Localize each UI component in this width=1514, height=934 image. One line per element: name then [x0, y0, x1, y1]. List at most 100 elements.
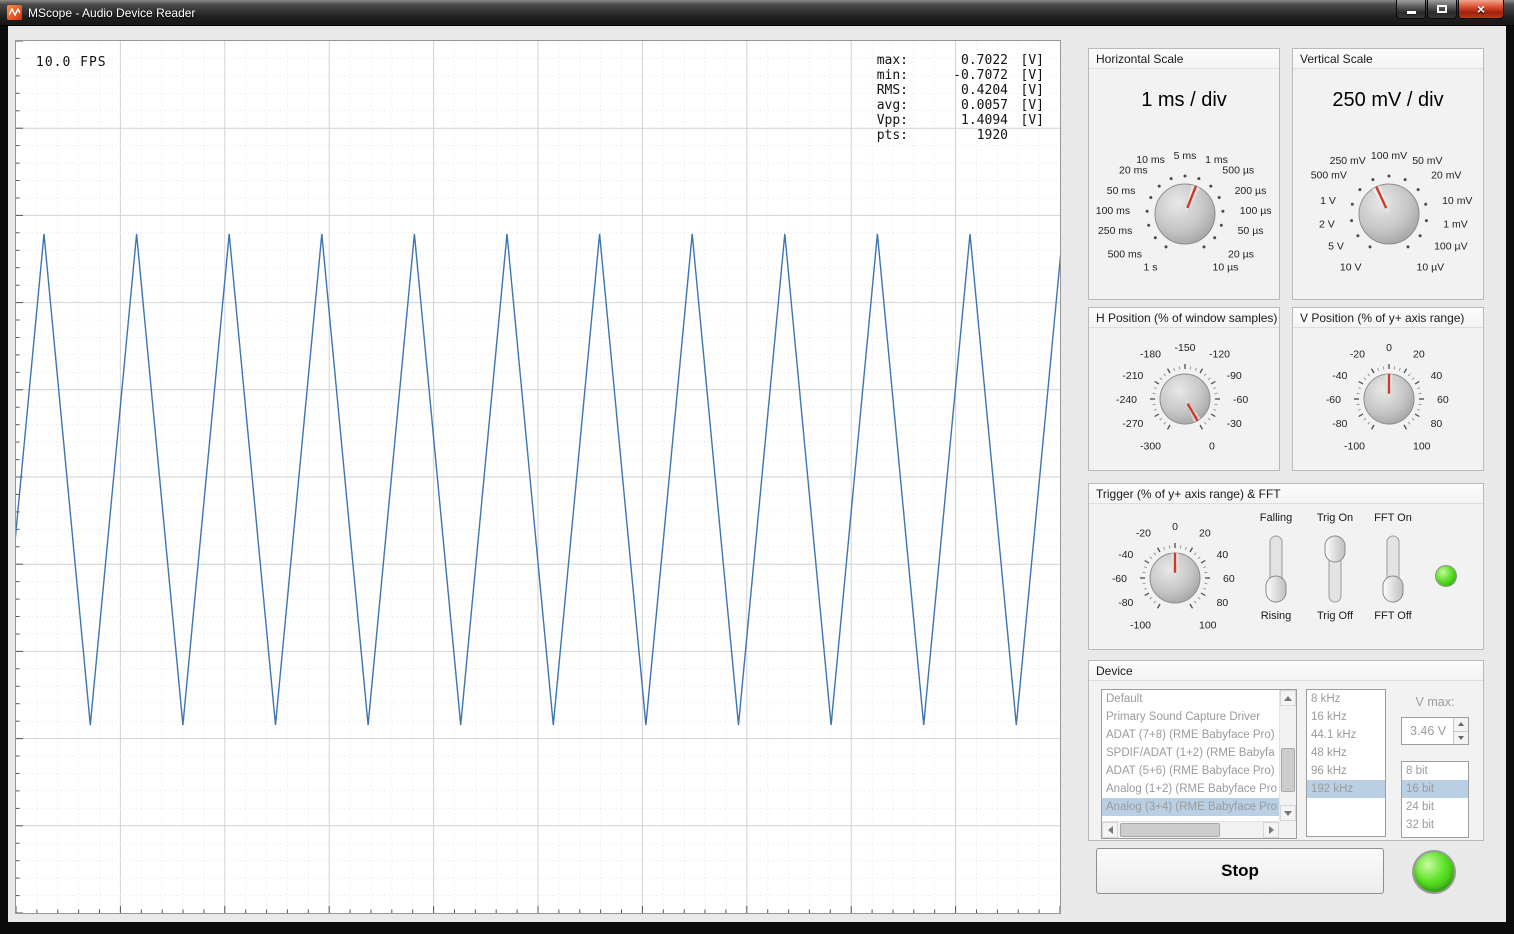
scroll-down-button[interactable] [1280, 805, 1296, 821]
knob-tick-label: 2 V [1319, 219, 1335, 231]
device-item[interactable]: Analog (3+4) (RME Babyface Pro [1102, 798, 1279, 816]
knob-tick-label: 500 mV [1311, 170, 1347, 182]
device-item[interactable]: Default [1102, 690, 1279, 708]
knob-tick-label: 20 mV [1431, 170, 1461, 182]
knob-svg: 10 V 5 V 2 V 1 V 500 mV 250 mV 100 mV 50 mV 20 m… [1311, 150, 1473, 274]
samplerate-listbox[interactable]: 8 kHz 16 kHz 44.1 kHz 48 kHz 96 kHz 192 kHz [1306, 689, 1386, 837]
switch-top-label: FFT On [1374, 512, 1412, 524]
panel-device: Device Default Primary Sound Capture Driv… [1088, 660, 1484, 841]
knob-tick-label: -270 [1122, 418, 1143, 430]
vmax-decrement-button[interactable] [1454, 731, 1468, 744]
scrollbar-corner [1279, 821, 1296, 838]
spin-up-icon [1458, 722, 1464, 727]
scroll-down-icon [1284, 810, 1292, 816]
device-item[interactable]: SPDIF/ADAT (1+2) (RME Babyfa [1102, 744, 1279, 762]
window-title: MScope - Audio Device Reader [28, 5, 196, 20]
vmax-value: 3.46 V [1410, 724, 1447, 738]
device-item[interactable]: Primary Sound Capture Driver [1102, 708, 1279, 726]
samplerate-item[interactable]: 48 kHz [1307, 744, 1385, 762]
stat-unit: [V] [1020, 113, 1044, 128]
panel-title: H Position (% of window samples) [1089, 308, 1279, 328]
close-button[interactable]: × [1458, 0, 1504, 19]
scroll-left-icon [1107, 826, 1113, 834]
knob-tick-label: -20 [1350, 348, 1365, 360]
device-list-hscrollbar[interactable] [1102, 821, 1279, 838]
knob-tick-label: 60 [1437, 394, 1449, 406]
knob-tick-label: 500 ms [1108, 248, 1142, 260]
bitdepth-listbox[interactable]: 8 bit 16 bit 24 bit 32 bit [1401, 761, 1469, 838]
knob-tick-label: 60 [1223, 573, 1235, 585]
rocker-switch-icon [1382, 535, 1404, 603]
device-item[interactable]: ADAT (7+8) (RME Babyface Pro) [1102, 726, 1279, 744]
rocker-switch-icon [1324, 535, 1346, 603]
scroll-up-button[interactable] [1280, 690, 1296, 706]
knob-tick-label: -100 [1130, 620, 1151, 632]
knob-tick-label: 1 mV [1443, 219, 1468, 231]
samplerate-item[interactable]: 192 kHz [1307, 780, 1385, 798]
waveform-logo-icon [9, 8, 20, 17]
bitdepth-item[interactable]: 16 bit [1402, 780, 1468, 798]
toggle-switch-1[interactable]: Trig On Trig Off [1303, 512, 1367, 624]
v-position-knob[interactable]: -100 -80 -60 -40 -20 0 20 40 60 80 100 [1293, 329, 1485, 471]
stat-label: avg: [876, 98, 908, 113]
horizontal-scale-knob[interactable]: 1 s 500 ms 250 ms 100 ms 50 ms 20 ms 10 ms 5 ms… [1089, 111, 1281, 295]
switch-bottom-label: Rising [1260, 610, 1292, 622]
vmax-label: V max: [1415, 695, 1455, 709]
trigger-level-knob[interactable]: -100 -80 -60 -40 -20 0 20 40 60 80 100 [1091, 506, 1259, 651]
stat-unit: [V] [1020, 83, 1044, 98]
knob-tick-label: 250 ms [1098, 225, 1132, 237]
knob-tick-label: 1 s [1143, 262, 1157, 274]
device-list-items: Default Primary Sound Capture Driver ADAT … [1102, 690, 1279, 821]
vscroll-thumb[interactable] [1281, 748, 1295, 792]
app-icon [7, 5, 22, 20]
maximize-button[interactable] [1427, 0, 1457, 19]
knob-tick-label: 50 ms [1107, 185, 1136, 197]
stat-value: 1920 [976, 128, 1008, 143]
device-listbox[interactable]: Default Primary Sound Capture Driver ADAT … [1101, 689, 1297, 839]
panel-v-position: V Position (% of y+ axis range) -100 -80-… [1292, 307, 1484, 471]
knob-tick-label: 1 V [1320, 195, 1336, 207]
panel-horizontal-scale: Horizontal Scale 1 ms / div 1 s 500 ms 250… [1088, 48, 1280, 300]
knob-tick-label: 40 [1431, 370, 1443, 382]
knob-tick-label: -40 [1118, 549, 1133, 561]
knob-tick-label: -210 [1122, 370, 1143, 382]
vmax-spinner[interactable]: 3.46 V [1401, 717, 1469, 745]
minimize-button[interactable] [1396, 0, 1426, 19]
knob-tick-label: 500 µs [1222, 165, 1254, 177]
knob-tick-label: 0 [1386, 342, 1392, 354]
bitdepth-item[interactable]: 24 bit [1402, 798, 1468, 816]
bitdepth-item[interactable]: 8 bit [1402, 762, 1468, 780]
knob-tick-label: 10 V [1340, 262, 1362, 274]
samplerate-item[interactable]: 8 kHz [1307, 690, 1385, 708]
device-item[interactable]: Analog (1+2) (RME Babyface Pro [1102, 780, 1279, 798]
maximize-icon [1437, 5, 1447, 13]
knob-tick-label: 20 ms [1119, 165, 1148, 177]
samplerate-item[interactable]: 16 kHz [1307, 708, 1385, 726]
device-item[interactable]: ADAT (5+6) (RME Babyface Pro) [1102, 762, 1279, 780]
bitdepth-list-items: 8 bit 16 bit 24 bit 32 bit [1402, 762, 1468, 834]
stat-unit: [V] [1020, 98, 1044, 113]
knob-tick-label: -100 [1344, 441, 1365, 453]
switch-bottom-label: FFT Off [1374, 610, 1412, 622]
knob-tick-label: 100 µV [1434, 241, 1468, 253]
bitdepth-item[interactable]: 32 bit [1402, 816, 1468, 834]
hscroll-thumb[interactable] [1120, 823, 1220, 837]
switch-bottom-label: Trig Off [1316, 610, 1354, 622]
h-position-knob[interactable]: -300 -270 -240 -210 -180 -150 -120 -90 -60 -30 0 [1089, 329, 1281, 471]
vmax-increment-button[interactable] [1454, 718, 1468, 732]
titlebar[interactable]: MScope - Audio Device Reader × [0, 0, 1514, 26]
switch-top-label: Falling [1259, 512, 1293, 524]
stat-label: min: [876, 68, 908, 83]
samplerate-item[interactable]: 44.1 kHz [1307, 726, 1385, 744]
device-list-vscrollbar[interactable] [1279, 690, 1296, 821]
scroll-right-button[interactable] [1263, 822, 1279, 838]
toggle-switch-0[interactable]: Falling Rising [1244, 512, 1308, 624]
samplerate-item[interactable]: 96 kHz [1307, 762, 1385, 780]
horizontal-scale-value: 1 ms / div [1141, 89, 1227, 111]
knob-tick-label: 40 [1217, 549, 1229, 561]
stop-button[interactable]: Stop [1096, 848, 1384, 894]
scroll-left-button[interactable] [1102, 822, 1118, 838]
toggle-switch-2[interactable]: FFT On FFT Off [1361, 512, 1425, 624]
vertical-scale-knob[interactable]: 10 V 5 V 2 V 1 V 500 mV 250 mV 100 mV 50 mV 20 m… [1293, 111, 1485, 295]
close-icon: × [1476, 1, 1486, 17]
